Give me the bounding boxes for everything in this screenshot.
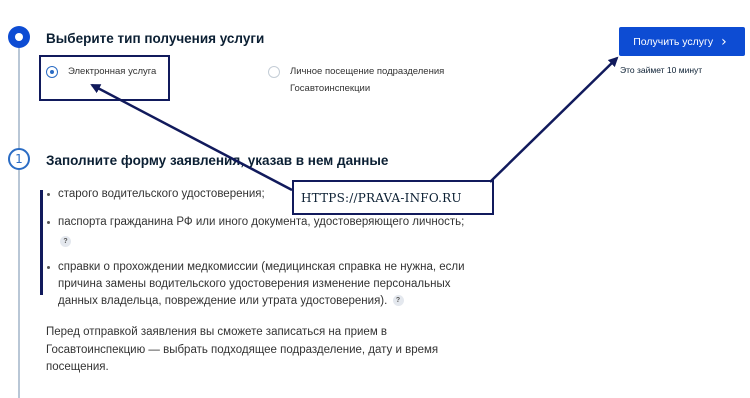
step-number-badge: 1 [8, 148, 30, 170]
radio-button-unchecked[interactable] [268, 66, 280, 78]
watermark-text: HTTPS://PRAVA-INFO.RU [301, 190, 462, 205]
list-item-text: паспорта гражданина РФ или иного докумен… [58, 216, 465, 228]
annotation-bracket [40, 190, 43, 295]
step-2-title: Заполните форму заявления, указав в нем … [46, 153, 389, 168]
list-item: справки о прохождении медкомиссии (медиц… [46, 259, 486, 310]
appointment-note: Перед отправкой заявления вы сможете зап… [46, 326, 439, 373]
radio-option-personal-visit[interactable]: Личное посещение подразделения Госавтоин… [268, 66, 465, 97]
arrow-to-get-service-button [489, 56, 619, 183]
list-item-text: старого водительского удостоверения; [58, 188, 265, 200]
timeline-line [18, 48, 20, 398]
get-service-button-label: Получить услугу [633, 35, 714, 48]
list-item: паспорта гражданина РФ или иного докумен… [46, 214, 486, 251]
list-item-text: справки о прохождении медкомиссии (медиц… [58, 261, 465, 307]
watermark-box: HTTPS://PRAVA-INFO.RU [292, 180, 494, 215]
question-icon[interactable]: ? [392, 295, 404, 307]
question-icon[interactable]: ? [60, 236, 71, 248]
step-1-title: Выберите тип получения услуги [46, 31, 265, 46]
annotation-highlight-box [39, 55, 170, 101]
get-service-button[interactable]: Получить услугу › [619, 27, 745, 56]
chevron-right-icon: › [721, 33, 727, 50]
radio-label-personal-visit: Личное посещение подразделения Госавтоин… [290, 66, 445, 94]
current-step-icon [8, 26, 30, 48]
time-estimate: Это займет 10 минут [620, 65, 703, 75]
